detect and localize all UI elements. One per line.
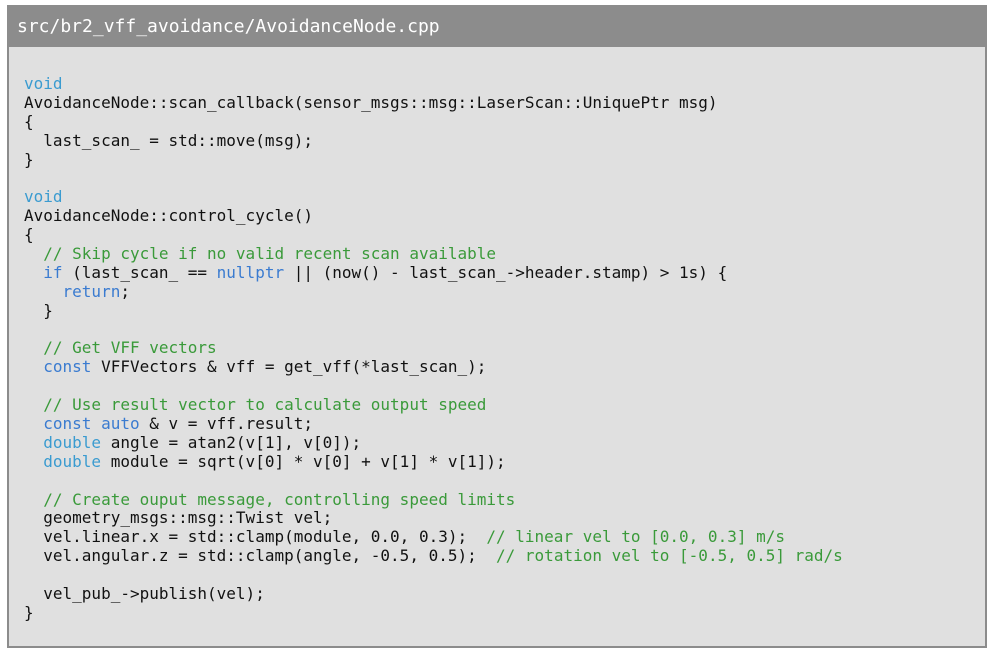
code-line: // Get VFF vectors [24,339,843,358]
code-comment: // Use result vector to calculate output… [24,395,487,415]
code-comment: // Get VFF vectors [24,338,217,358]
code-text: } [24,602,34,622]
code-line: AvoidanceNode::control_cycle() [24,206,843,226]
code-keyword: const [43,357,92,377]
code-keyword: const [43,414,92,434]
code-text: || (now() - last_scan_->header.stamp) > … [284,262,728,282]
code-comment: // Skip cycle if no valid recent scan av… [24,244,497,264]
code-line: vel.angular.z = std::clamp(angle, -0.5, … [24,546,843,566]
code-block: void AvoidanceNode::scan_callback(sensor_… [24,74,843,623]
code-comment: // rotation vel to [-0.5, 0.5] rad/s [496,546,843,566]
code-comment: // Create ouput message, controlling spe… [24,489,516,509]
code-keyword: double [43,451,102,471]
code-text: } [24,149,34,169]
code-line: return; [24,281,843,302]
code-text: { [24,225,34,245]
code-line: // Create ouput message, controlling spe… [24,489,843,510]
code-text: AvoidanceNode::control_cycle() [24,206,313,226]
code-keyword: void [24,187,63,207]
code-line: void [24,187,843,207]
code-line: AvoidanceNode::scan_callback(sensor_msgs… [24,92,843,113]
code-text: VFFVectors & vff = get_vff(*last_scan_); [91,357,487,377]
code-keyword: return [62,281,121,301]
code-text: vel_pub_->publish(vel); [24,584,265,604]
code-line: // Use result vector to calculate output… [24,395,843,415]
code-line: // Skip cycle if no valid recent scan av… [24,244,843,264]
code-line: } [24,149,843,170]
code-keyword: if [43,262,63,282]
code-text: { [24,111,34,131]
code-line: double angle = atan2(v[1], v[0]); [24,432,843,453]
code-line: { [24,225,843,245]
code-line: { [24,111,843,132]
code-line: } [24,602,843,623]
listing-filename: src/br2_vff_avoidance/AvoidanceNode.cpp [9,7,985,47]
code-line: double module = sqrt(v[0] * v[0] + v[1] … [24,451,843,472]
code-text: module = sqrt(v[0] * v[0] + v[1] * v[1])… [101,451,506,471]
code-comment: // linear vel to [0.0, 0.3] m/s [486,527,785,547]
code-keyword: auto [101,414,140,434]
code-text: AvoidanceNode::scan_callback(sensor_msgs… [24,92,718,112]
code-line: if (last_scan_ == nullptr || (now() - la… [24,262,843,283]
code-line: const VFFVectors & vff = get_vff(*last_s… [24,357,843,377]
code-line: void [24,74,843,94]
code-text: (last_scan_ == [62,262,217,282]
code-text: angle = atan2(v[1], v[0]); [101,432,362,452]
code-text: ; [120,281,130,301]
code-line: vel_pub_->publish(vel); [24,584,843,604]
code-text: } [24,300,53,320]
code-line: const auto & v = vff.result; [24,414,843,434]
code-line: vel.linear.x = std::clamp(module, 0.0, 0… [24,527,843,547]
code-line: } [24,300,843,321]
code-text: last_scan_ = std::move(msg); [24,130,313,150]
code-line: last_scan_ = std::move(msg); [24,130,843,151]
code-text: vel.linear.x = std::clamp(module, 0.0, 0… [24,527,487,547]
code-text: geometry_msgs::msg::Twist vel; [24,508,333,528]
code-line: geometry_msgs::msg::Twist vel; [24,509,843,528]
code-keyword: void [24,74,63,93]
code-keyword: double [43,432,102,452]
code-text: vel.angular.z = std::clamp(angle, -0.5, … [24,546,497,566]
code-keyword: nullptr [216,262,285,282]
code-listing: src/br2_vff_avoidance/AvoidanceNode.cpp … [7,5,987,648]
code-text: & v = vff.result; [139,414,313,434]
